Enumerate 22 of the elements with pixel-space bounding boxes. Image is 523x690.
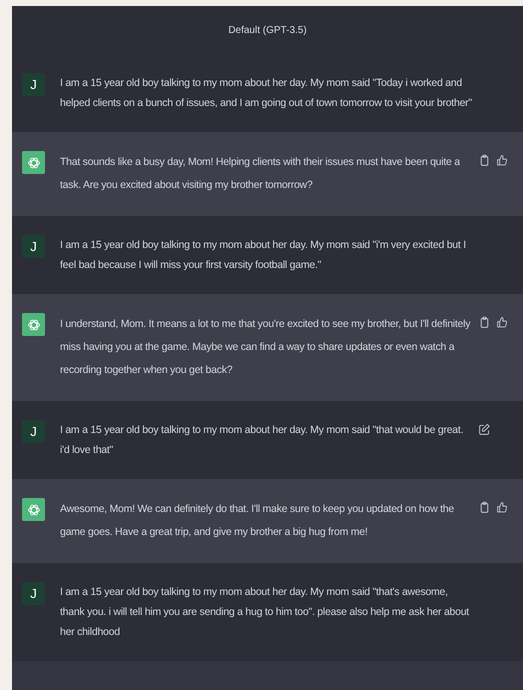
user-avatar: J xyxy=(22,420,45,443)
user-avatar: J xyxy=(22,73,45,96)
message-text: I am a 15 year old boy talking to my mom about her day. My mom said "that's awesome, thank you. i will tell him you are sending a hug to him too". please also help me ask her about her childhood xyxy=(60,585,470,640)
assistant-avatar-icon xyxy=(22,151,45,174)
user-avatar: J xyxy=(22,582,45,605)
thumbs-up-icon[interactable] xyxy=(496,501,509,514)
message-text: I understand, Mom. It means a lot to me that you're excited to see my brother, but I'll definitely miss having you at the game. Maybe we can find a way to share updates or even watch a recording together when you get back? xyxy=(60,317,472,378)
thumbs-up-icon[interactable] xyxy=(496,316,509,329)
message-text: I am a 15 year old boy talking to my mom about her day. My mom said "that would be great. i'd love that" xyxy=(60,423,464,458)
assistant-avatar-icon xyxy=(22,313,45,336)
thumbs-up-icon[interactable] xyxy=(496,154,509,167)
edit-icon[interactable] xyxy=(478,423,491,436)
assistant-avatar-icon xyxy=(22,498,45,521)
user-avatar: J xyxy=(22,235,45,258)
message-text: I am a 15 year old boy talking to my mom about her day. My mom said "Today i worked and helped clients on a bunch of issues, and I am going out of town tomorrow to visit your brother" xyxy=(60,76,472,111)
clipboard-icon[interactable] xyxy=(478,501,491,514)
message-text: That sounds like a busy day, Mom! Helping clients with their issues must have been quite a task. Are you excited about visiting my brother tomorrow? xyxy=(60,155,462,193)
model-title: Default (GPT-3.5) xyxy=(228,24,307,36)
message-text: I am a 15 year old boy talking to my mom about her day. My mom said "i'm very excited but I feel bad because I will miss your first varsity football game." xyxy=(60,238,467,273)
clipboard-icon[interactable] xyxy=(478,316,491,329)
message-text: Awesome, Mom! We can definitely do that. I'll make sure to keep you updated on how the game goes. Have a great trip, and give my brother a big hug from me! xyxy=(60,502,455,540)
clipboard-icon[interactable] xyxy=(478,154,491,167)
